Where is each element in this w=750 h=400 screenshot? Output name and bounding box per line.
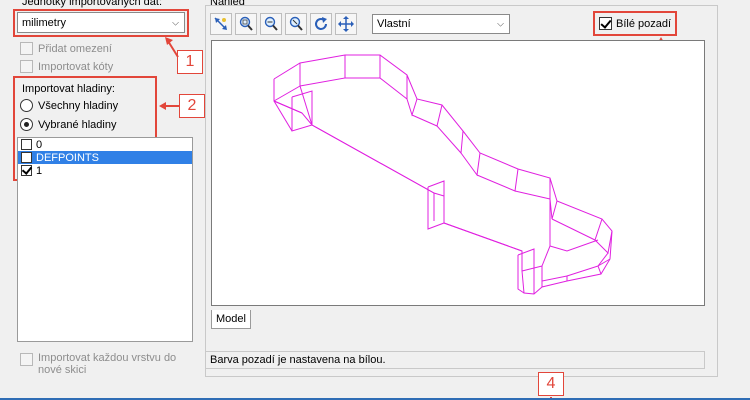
units-select[interactable]: milimetry ⌵ [17,12,185,33]
chevron-down-icon: ⌵ [497,18,504,29]
part-edge [411,104,443,127]
part-edge [594,230,613,255]
part-edge [443,222,523,252]
units-label: Jednotky importovaných dat: [22,0,163,8]
rotate-button[interactable] [310,13,332,35]
annotation-2: 2 [179,94,205,118]
layers-list[interactable]: 0 DEFPOINTS 1 [17,137,193,342]
import-each-layer-checkbox[interactable] [20,353,33,366]
import-layers-label: Importovat hladiny: [22,83,115,95]
part-edge [517,248,535,294]
layer-name-1: 1 [36,164,43,177]
part-edge [541,199,551,267]
status-message: Barva pozadí je nastavena na bílou. [210,354,386,366]
part-edge [406,98,418,117]
zoom-area-button[interactable] [235,13,257,35]
zoom-in-out-icon [264,16,278,31]
zoom-area-icon [239,16,253,31]
tab-model[interactable]: Model [211,310,251,329]
import-each-layer-label: Importovat každou vrstvu do nové skici [38,352,177,376]
add-constraints-option[interactable]: Přidat omezení [20,42,112,55]
part-edge [379,75,408,101]
part-edge [521,265,543,287]
part-edge [273,100,303,114]
annotation-2-arrow [159,101,179,111]
zoom-selection-icon [289,16,303,31]
add-constraints-label: Přidat omezení [38,42,112,55]
part-edge [476,168,519,192]
selected-layers-option[interactable]: Vybrané hladiny [20,118,116,131]
pan-button[interactable] [335,13,357,35]
part-edge [345,55,381,79]
selected-layers-radio[interactable] [20,118,33,131]
white-background-option[interactable]: Bílé pozadí [599,17,671,30]
part-edge [273,100,293,132]
white-background-label: Bílé pozadí [616,17,672,30]
part-edge [291,90,313,132]
part-edge [566,265,602,277]
part-edge [460,152,481,177]
layer-name-0: 0 [36,138,43,151]
all-layers-option[interactable]: Všechny hladiny [20,99,118,112]
part-edge [597,252,611,267]
annotation-4: 4 [538,372,564,396]
part-outline-edge [273,54,613,295]
units-select-value: milimetry [22,16,66,29]
import-dimensions-checkbox[interactable] [20,60,33,73]
part-edge [551,218,603,241]
preview-canvas[interactable] [211,40,705,306]
chevron-down-icon: ⌵ [172,17,179,27]
layer-name-defpoints: DEFPOINTS [36,151,99,164]
part-edge [514,178,551,200]
all-layers-label: Všechny hladiny [38,99,119,112]
pan-icon [338,16,354,32]
import-each-layer-option[interactable]: Importovat každou vrstvu do nové skici [20,352,195,376]
part-edge [549,198,558,220]
tab-model-label: Model [216,313,246,325]
import-dimensions-option[interactable]: Importovat kóty [20,60,113,73]
part-edge [427,180,445,230]
rotate-icon [315,17,327,30]
annotation-1: 1 [177,50,203,74]
part-edge [549,239,599,252]
zoom-in-out-button[interactable] [260,13,282,35]
layer-checkbox-defpoints[interactable] [21,152,32,163]
zoom-fit-button[interactable] [210,13,232,35]
white-background-checkbox[interactable] [599,17,612,30]
layer-item-0[interactable]: 0 [18,138,192,151]
part-edge [436,125,464,155]
layer-checkbox-0[interactable] [21,139,32,150]
layer-item-1[interactable]: 1 [18,164,192,177]
all-layers-radio[interactable] [20,99,33,112]
view-select[interactable]: Vlastní ⌵ [372,14,510,34]
import-dimensions-label: Importovat kóty [38,60,114,73]
add-constraints-checkbox[interactable] [20,42,33,55]
preview-toolbar [210,13,357,35]
part-outline-drawing [273,54,613,295]
part-edge [311,124,435,194]
status-bar: Barva pozadí je nastavena na bílou. [205,351,705,369]
annotation-1-arrow [165,37,179,59]
zoom-selection-button[interactable] [285,13,307,35]
view-select-value: Vlastní [377,18,411,30]
part-edge [299,55,346,87]
layer-item-defpoints[interactable]: DEFPOINTS [18,151,192,164]
selected-layers-label: Vybrané hladiny [38,118,117,131]
layer-checkbox-1[interactable] [21,165,32,176]
zoom-fit-icon [214,17,227,30]
